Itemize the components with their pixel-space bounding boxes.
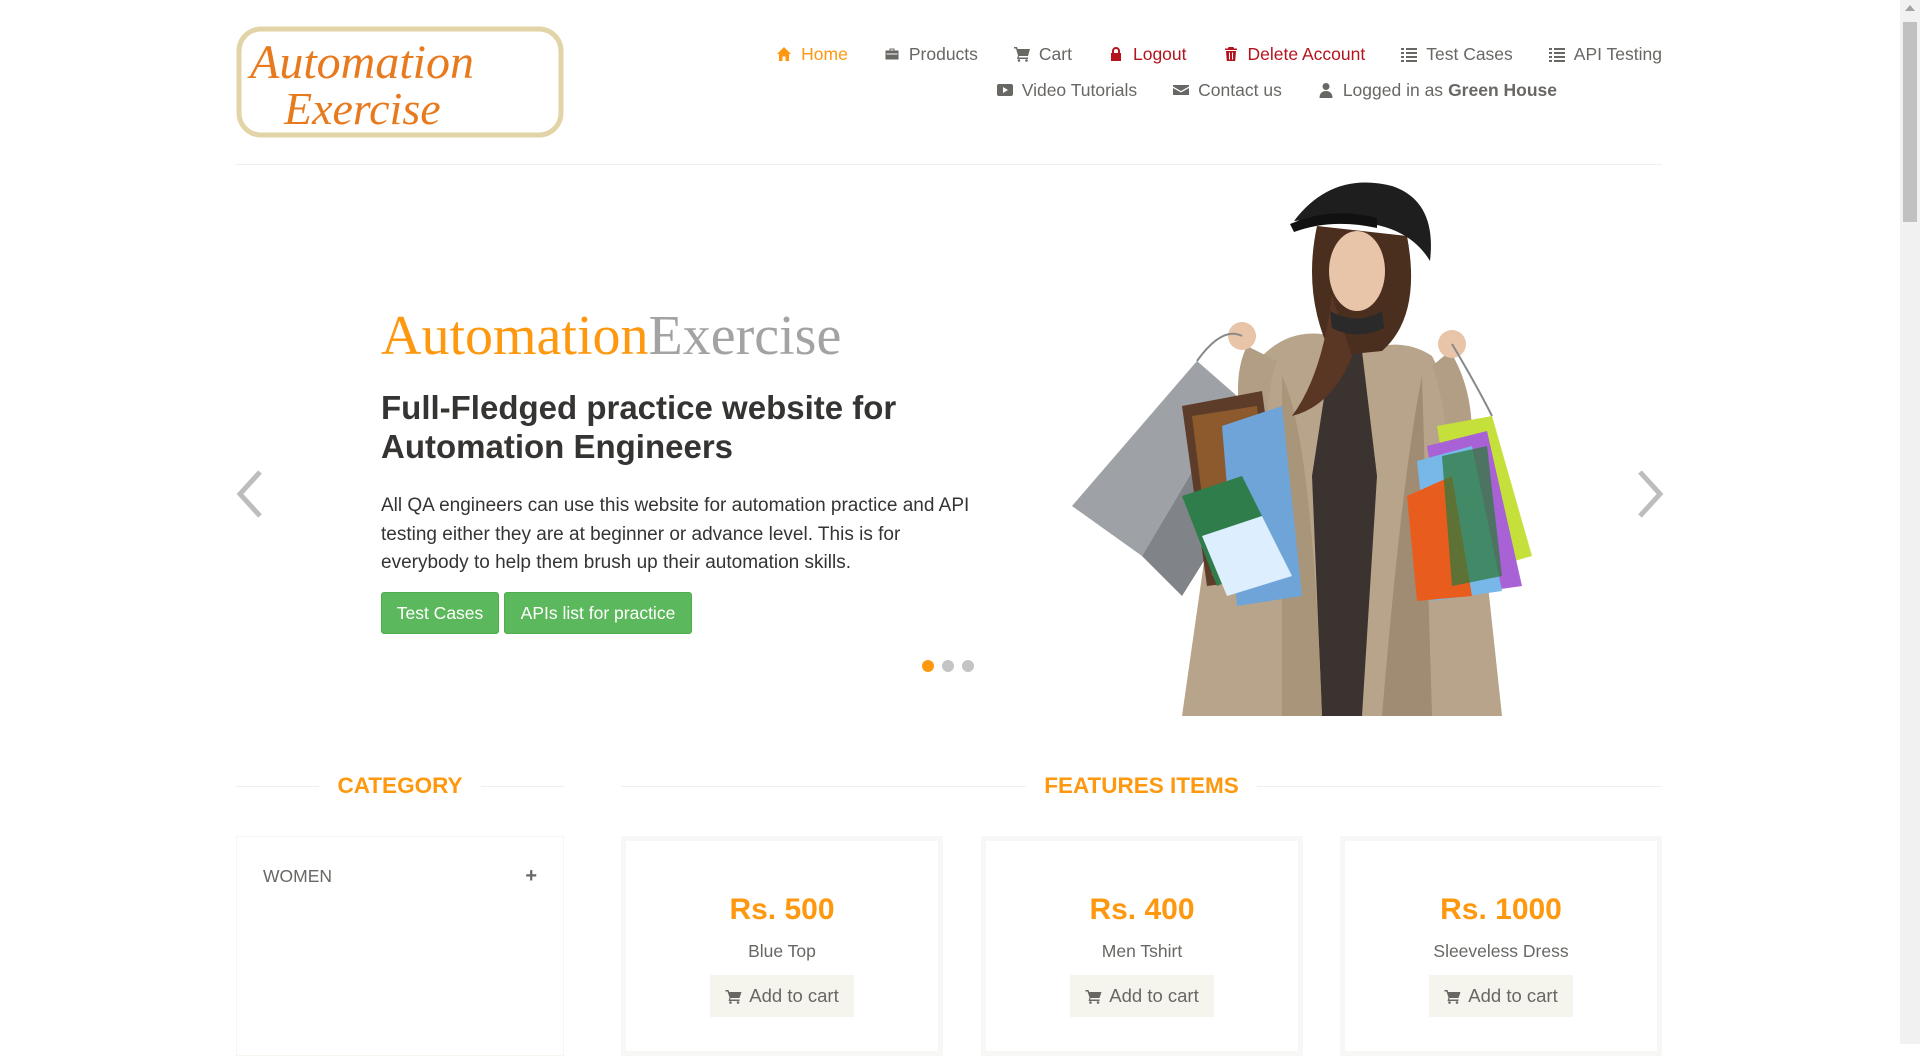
nav-api-testing[interactable]: API Testing	[1548, 43, 1662, 65]
product-card: Rs. 1000 Sleeveless Dress Add to cart	[1340, 836, 1662, 1056]
category-heading: CATEGORY	[236, 766, 564, 806]
product-price: Rs. 500	[729, 893, 835, 926]
slider-brand: AutomationExercise	[381, 308, 841, 364]
nav-api-testing-label: API Testing	[1573, 43, 1662, 64]
site-logo[interactable]: Automation Exercise	[236, 26, 564, 138]
nav-contact-us-label: Contact us	[1198, 79, 1282, 100]
chevron-left-icon	[236, 470, 262, 518]
main-nav: Home Products Cart Logout Delete Account…	[682, 36, 1662, 108]
cart-icon	[1085, 989, 1102, 1004]
chevron-right-icon	[1638, 470, 1664, 518]
nav-logout-label: Logout	[1132, 43, 1187, 64]
nav-delete-account[interactable]: Delete Account	[1223, 43, 1366, 65]
features-title: FEATURES ITEMS	[1026, 773, 1257, 798]
nav-video-tutorials[interactable]: Video Tutorials	[996, 79, 1138, 101]
nav-logout[interactable]: Logout	[1108, 44, 1187, 65]
features-title-wrap: FEATURES ITEMS	[621, 766, 1662, 806]
slider-dot-1[interactable]	[922, 660, 934, 672]
slider-indicators	[922, 660, 974, 672]
add-to-cart-label: Add to cart	[749, 985, 839, 1006]
envelope-icon	[1173, 85, 1190, 95]
plus-icon[interactable]: +	[525, 865, 537, 888]
page-scrollbar[interactable]	[1900, 0, 1920, 1044]
nav-home-label: Home	[801, 43, 848, 64]
list-icon	[1401, 48, 1418, 62]
category-title: CATEGORY	[319, 773, 481, 798]
trash-icon	[1224, 47, 1237, 61]
nav-contact-us[interactable]: Contact us	[1173, 80, 1282, 101]
add-to-cart-button[interactable]: Add to cart	[710, 975, 854, 1017]
nav-cart-label: Cart	[1038, 43, 1072, 64]
logged-in-label: Logged in as	[1342, 79, 1444, 100]
nav-test-cases-label: Test Cases	[1426, 43, 1513, 64]
category-panel: WOMEN +	[236, 836, 564, 1056]
home-icon	[777, 47, 792, 61]
product-card: Rs. 400 Men Tshirt Add to cart	[981, 836, 1303, 1056]
nav-video-tutorials-label: Video Tutorials	[1021, 79, 1138, 100]
scroll-up-arrow-icon[interactable]	[1905, 5, 1915, 11]
category-item-women[interactable]: WOMEN +	[263, 865, 537, 888]
category-title-wrap: CATEGORY	[236, 766, 564, 806]
slider-description: All QA engineers can use this website fo…	[381, 495, 970, 573]
slider-next-arrow[interactable]	[1632, 466, 1666, 522]
nav-home[interactable]: Home	[776, 44, 848, 65]
nav-products[interactable]: Products	[884, 44, 978, 65]
product-name: Men Tshirt	[1101, 941, 1183, 961]
list-icon	[1548, 48, 1565, 62]
slider-dot-2[interactable]	[942, 660, 954, 672]
slider-headline: Full-Fledged practice website for Automa…	[381, 389, 897, 465]
category-item-label: WOMEN	[263, 866, 333, 886]
lock-icon	[1110, 47, 1121, 61]
slider-brand-part1: Automation	[381, 305, 649, 367]
nav-cart[interactable]: Cart	[1013, 43, 1072, 65]
hero-slider: AutomationExercise Full-Fledged practice…	[234, 176, 1664, 716]
add-to-cart-button[interactable]: Add to cart	[1429, 975, 1573, 1017]
product-card: Rs. 500 Blue Top Add to cart	[621, 836, 943, 1056]
user-icon	[1319, 83, 1333, 98]
scrollbar-thumb[interactable]	[1903, 22, 1917, 222]
features-heading: FEATURES ITEMS	[621, 766, 1662, 806]
slider-brand-part2: Exercise	[648, 305, 842, 367]
nav-test-cases[interactable]: Test Cases	[1401, 44, 1513, 65]
apis-list-button[interactable]: APIs list for practice	[504, 592, 692, 634]
nav-row-secondary: Video Tutorials Contact us Logged in as …	[682, 72, 1662, 108]
test-cases-button[interactable]: Test Cases	[381, 592, 499, 634]
cart-icon	[1013, 47, 1030, 62]
nav-logged-in-status: Logged in as Green House	[1318, 80, 1557, 101]
add-to-cart-label: Add to cart	[1468, 985, 1558, 1006]
hero-girl-image	[1072, 182, 1532, 716]
briefcase-icon	[885, 48, 899, 60]
nav-row-primary: Home Products Cart Logout Delete Account…	[682, 36, 1662, 72]
product-price: Rs. 400	[1089, 893, 1195, 926]
cart-icon	[725, 989, 742, 1004]
logo-line2: Exercise	[283, 83, 441, 134]
nav-delete-account-label: Delete Account	[1247, 43, 1366, 64]
cart-icon	[1444, 989, 1461, 1004]
slider-prev-arrow[interactable]	[234, 466, 268, 522]
add-to-cart-button[interactable]: Add to cart	[1070, 975, 1214, 1017]
product-name: Blue Top	[748, 941, 816, 961]
youtube-play-icon	[996, 84, 1013, 96]
product-price: Rs. 1000	[1440, 893, 1562, 926]
nav-products-label: Products	[908, 43, 978, 64]
product-name: Sleeveless Dress	[1433, 941, 1569, 961]
header-divider	[236, 164, 1662, 165]
add-to-cart-label: Add to cart	[1109, 985, 1199, 1006]
slider-dot-3[interactable]	[962, 660, 974, 672]
logo-line1: Automation	[247, 36, 474, 89]
logged-in-username: Green House	[1448, 79, 1557, 100]
